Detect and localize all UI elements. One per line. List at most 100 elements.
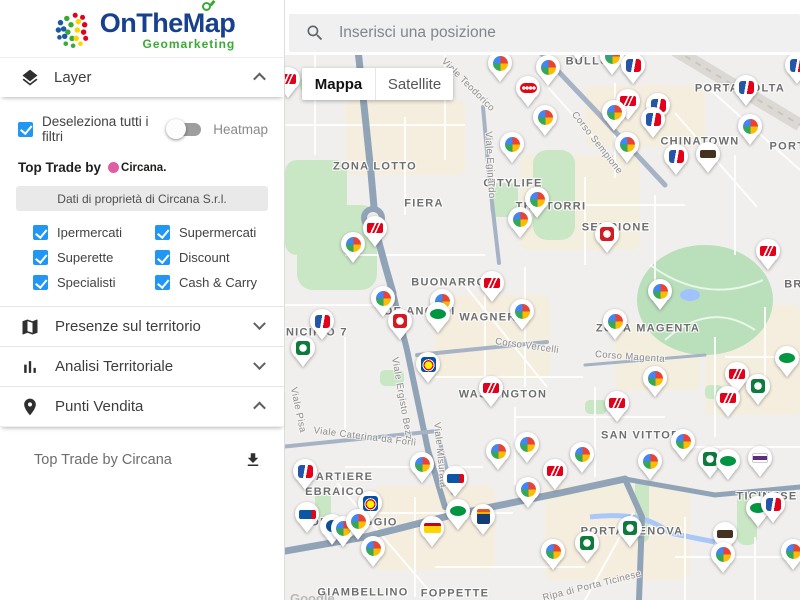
store-marker-penny[interactable] xyxy=(420,516,444,547)
multicolor-logo-icon xyxy=(653,284,668,299)
store-marker-multicolor[interactable] xyxy=(500,132,524,163)
store-marker-esselunga[interactable] xyxy=(605,391,629,422)
marker-head xyxy=(575,531,599,555)
supermercati-checkbox[interactable] xyxy=(155,225,170,240)
store-marker-carrefour[interactable] xyxy=(734,75,758,106)
heatmap-toggle[interactable] xyxy=(170,123,201,136)
heatmap-toggle-knob xyxy=(166,119,186,139)
filter-supermercati[interactable]: Supermercati xyxy=(155,225,284,240)
store-marker-carrefour[interactable] xyxy=(785,55,800,84)
store-marker-pam[interactable] xyxy=(775,346,799,377)
store-marker-multicolor[interactable] xyxy=(570,442,594,473)
section-presenze-sul-territorio[interactable]: Presenze sul territorio xyxy=(0,307,284,347)
store-marker-multicolor[interactable] xyxy=(602,100,626,131)
store-marker-multicolor[interactable] xyxy=(738,114,762,145)
store-marker-multicolor[interactable] xyxy=(361,536,385,567)
marker-head xyxy=(761,492,785,516)
marker-head xyxy=(621,55,645,77)
store-marker-carrefour-express[interactable] xyxy=(575,531,599,562)
deselect-all-checkbox[interactable] xyxy=(18,122,33,137)
filter-superette[interactable]: Superette xyxy=(33,250,155,265)
store-marker-ins[interactable] xyxy=(696,142,720,173)
store-marker-carrefour-express[interactable] xyxy=(291,336,315,367)
store-marker-esselunga[interactable] xyxy=(479,376,503,407)
store-marker-carrefour[interactable] xyxy=(664,144,688,175)
store-marker-multicolor[interactable] xyxy=(541,539,565,570)
store-marker-eurospin[interactable] xyxy=(295,502,319,533)
section-analisi-territoriale[interactable]: Analisi Territoriale xyxy=(0,347,284,387)
marker-head xyxy=(748,446,772,470)
marker-head xyxy=(605,391,629,415)
store-marker-multicolor[interactable] xyxy=(638,449,662,480)
store-marker-multicolor[interactable] xyxy=(603,309,627,340)
store-marker-lidl[interactable] xyxy=(416,352,440,383)
store-marker-carrefour[interactable] xyxy=(761,492,785,523)
store-marker-esselunga[interactable] xyxy=(756,239,780,270)
store-marker-pam[interactable] xyxy=(716,449,740,480)
store-marker-viaggiator[interactable] xyxy=(748,446,772,477)
superette-checkbox[interactable] xyxy=(33,250,48,265)
download-icon[interactable] xyxy=(244,451,262,469)
discount-checkbox[interactable] xyxy=(155,250,170,265)
store-marker-multicolor[interactable] xyxy=(488,55,512,82)
store-marker-carrefour[interactable] xyxy=(621,55,645,84)
store-marker-esselunga[interactable] xyxy=(285,67,300,98)
search-bar[interactable] xyxy=(289,14,800,52)
eurospin-logo-icon xyxy=(447,474,464,483)
store-marker-multicolor[interactable] xyxy=(410,452,434,483)
store-marker-multicolor[interactable] xyxy=(508,207,532,238)
search-input[interactable] xyxy=(339,24,788,42)
store-marker-carrefour-express[interactable] xyxy=(618,516,642,547)
map-canvas[interactable]: Mappa Satellite Google ZONA LOTTOFIERACI… xyxy=(285,55,800,600)
store-marker-multicolor[interactable] xyxy=(643,366,667,397)
store-marker-pam[interactable] xyxy=(446,499,470,530)
map-type-satellite-button[interactable]: Satellite xyxy=(375,68,453,100)
bar-chart-icon xyxy=(20,357,40,377)
store-marker-multicolor[interactable] xyxy=(615,132,639,163)
store-marker-pam[interactable] xyxy=(426,302,450,333)
section-punti-vendita[interactable]: Punti Vendita xyxy=(0,387,284,427)
marker-head xyxy=(488,55,512,75)
store-marker-multicolor[interactable] xyxy=(510,299,534,330)
store-marker-eurospin[interactable] xyxy=(443,466,467,497)
store-marker-multicolor[interactable] xyxy=(781,539,800,570)
marker-head xyxy=(602,100,626,124)
store-marker-multicolor[interactable] xyxy=(711,542,735,573)
store-marker-multicolor[interactable] xyxy=(515,432,539,463)
store-marker-esselunga[interactable] xyxy=(480,271,504,302)
store-marker-esselunga[interactable] xyxy=(566,55,590,61)
multicolor-logo-icon xyxy=(541,60,556,75)
store-marker-multicolor[interactable] xyxy=(516,477,540,508)
store-marker-carrefour-market[interactable] xyxy=(595,222,619,253)
punti-vendita-item-top-trade[interactable]: Top Trade by Circana xyxy=(0,427,284,469)
store-marker-multicolor[interactable] xyxy=(341,232,365,263)
store-marker-multicolor[interactable] xyxy=(648,279,672,310)
marker-head xyxy=(446,499,470,523)
filter-discount[interactable]: Discount xyxy=(155,250,284,265)
filter-specialisti[interactable]: Specialisti xyxy=(33,275,155,290)
store-marker-coop[interactable] xyxy=(516,76,540,107)
multicolor-logo-icon xyxy=(676,434,691,449)
store-marker-carrefour[interactable] xyxy=(641,107,665,138)
ipermercati-checkbox[interactable] xyxy=(33,225,48,240)
marker-head xyxy=(785,55,800,77)
store-marker-multicolor[interactable] xyxy=(671,429,695,460)
marker-head xyxy=(756,239,780,263)
multicolor-logo-icon xyxy=(643,454,658,469)
store-marker-multicolor[interactable] xyxy=(486,439,510,470)
store-marker-multicolor[interactable] xyxy=(533,105,557,136)
cash-carry-checkbox[interactable] xyxy=(155,275,170,290)
layer-section-header[interactable]: Layer xyxy=(0,57,284,97)
filter-ipermercati[interactable]: Ipermercati xyxy=(33,225,155,240)
store-marker-aldi[interactable] xyxy=(471,504,495,535)
store-marker-esselunga[interactable] xyxy=(716,386,740,417)
filter-cash-carry[interactable]: Cash & Carry xyxy=(155,275,284,290)
store-marker-carrefour[interactable] xyxy=(293,459,317,490)
multicolor-logo-icon xyxy=(575,447,590,462)
store-marker-esselunga[interactable] xyxy=(363,216,387,247)
store-marker-esselunga[interactable] xyxy=(543,459,567,490)
map-type-mappa-button[interactable]: Mappa xyxy=(302,68,375,100)
store-marker-carrefour-market[interactable] xyxy=(388,309,412,340)
store-marker-carrefour-express[interactable] xyxy=(746,374,770,405)
specialisti-checkbox[interactable] xyxy=(33,275,48,290)
